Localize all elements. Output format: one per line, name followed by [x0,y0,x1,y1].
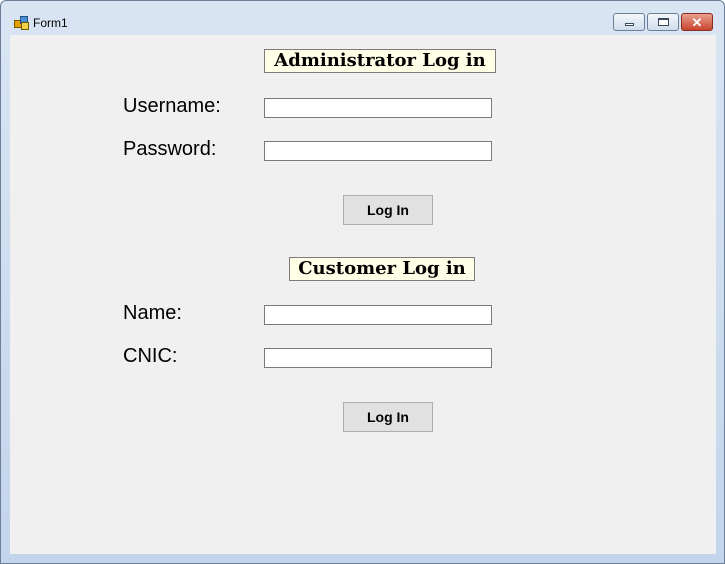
username-input[interactable] [264,98,492,118]
minimize-button[interactable] [613,13,645,31]
password-label: Password: [123,138,217,160]
admin-login-button[interactable]: Log In [343,195,433,225]
username-label: Username: [123,95,221,117]
close-icon: ✕ [691,14,703,30]
maximize-icon [657,18,669,26]
cnic-label: CNIC: [123,345,178,367]
cnic-input[interactable] [264,348,492,368]
title-bar[interactable]: Form1 ✕ [1,1,724,35]
form-client-area: Administrator Log in Username: Password:… [10,35,716,554]
admin-login-heading: Administrator Log in [264,49,496,73]
name-label: Name: [123,302,182,324]
close-button[interactable]: ✕ [681,13,713,31]
window-title: Form1 [33,16,68,30]
minimize-icon [624,23,634,26]
customer-login-button[interactable]: Log In [343,402,433,432]
maximize-button[interactable] [647,13,679,31]
app-icon[interactable] [14,16,29,30]
app-window: Form1 ✕ Administrator Log in Username: P… [0,0,725,564]
name-input[interactable] [264,305,492,325]
customer-login-heading: Customer Log in [289,257,475,281]
password-input[interactable] [264,141,492,161]
